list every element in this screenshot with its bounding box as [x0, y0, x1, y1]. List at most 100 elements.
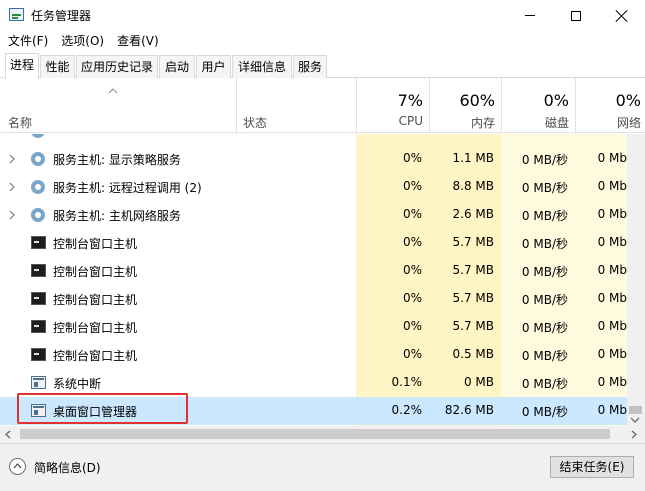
memory-value: 5.7 MB: [452, 319, 494, 333]
console-icon: [31, 320, 46, 333]
console-icon: [31, 348, 46, 361]
vertical-scroll-thumb[interactable]: [629, 406, 642, 414]
expand-chevron-icon[interactable]: [9, 210, 15, 220]
memory-value: 0 MB: [463, 375, 494, 389]
cpu-value: 0%: [402, 235, 422, 249]
header-cpu-label: CPU: [398, 114, 423, 128]
tab-strip: 进程 性能 应用历史记录 启动 用户 详细信息 服务: [0, 53, 645, 79]
memory-value: 5.7 MB: [452, 263, 494, 277]
network-value: 0 Mb: [597, 151, 627, 165]
menu-view[interactable]: 查看(V): [109, 31, 164, 51]
console-icon: [31, 292, 46, 305]
window-title: 任务管理器: [31, 9, 92, 23]
header-network[interactable]: 0% 网络: [575, 78, 645, 133]
disk-value: 0 MB/秒: [521, 153, 568, 167]
process-list: 服务主机: 显示策略服务 0% 1.1 MB 0 MB/秒 0 Mb 服务主机: 远程过程…: [0, 134, 627, 426]
menu-bar: 文件(F) 选项(O) 查看(V): [0, 31, 164, 51]
gear-icon: [31, 208, 45, 222]
memory-value: 8.8 MB: [452, 179, 494, 193]
memory-value: 5.7 MB: [452, 291, 494, 305]
disk-value: 0 MB/秒: [521, 377, 568, 391]
close-button[interactable]: [599, 0, 645, 31]
cpu-value: 0%: [402, 347, 422, 361]
vertical-scrollbar[interactable]: [627, 134, 645, 426]
memory-value: 5.7 MB: [452, 235, 494, 249]
tab-app-history[interactable]: 应用历史记录: [76, 55, 158, 78]
process-name: 服务主机: 远程过程调用 (2): [53, 181, 202, 195]
close-icon: [616, 10, 628, 22]
header-disk-label: 磁盘: [544, 116, 569, 130]
header-network-label: 网络: [616, 116, 641, 130]
network-value: 0 Mb: [597, 179, 627, 193]
header-memory-label: 内存: [470, 116, 495, 130]
table-row[interactable]: 控制台窗口主机 0% 5.7 MB 0 MB/秒 0 Mb: [0, 257, 627, 285]
maximize-button[interactable]: [553, 0, 599, 31]
network-value: 0 Mb: [597, 291, 627, 305]
disk-value: 0 MB/秒: [521, 349, 568, 363]
menu-file[interactable]: 文件(F): [0, 31, 53, 51]
console-icon: [31, 236, 46, 249]
expand-chevron-icon[interactable]: [9, 154, 15, 164]
memory-value: 1.1 MB: [452, 151, 494, 165]
cpu-value: 0%: [402, 207, 422, 221]
disk-value: 0 MB/秒: [521, 209, 568, 223]
disk-value: 0 MB/秒: [521, 293, 568, 307]
horizontal-scroll-thumb[interactable]: [20, 429, 610, 439]
header-disk-percent: 0%: [543, 91, 569, 110]
end-task-button[interactable]: 结束任务(E): [550, 456, 634, 478]
header-cpu[interactable]: 7% CPU: [356, 78, 429, 133]
title-bar: 任务管理器: [0, 0, 645, 31]
gear-icon: [31, 134, 45, 138]
expand-chevron-icon[interactable]: [9, 182, 15, 192]
network-value: 0 Mb: [597, 235, 627, 249]
collapse-up-icon[interactable]: [9, 458, 26, 475]
process-name: 控制台窗口主机: [53, 321, 138, 335]
header-memory[interactable]: 60% 内存: [429, 78, 501, 133]
header-cpu-percent: 7%: [397, 91, 423, 110]
scroll-down-icon[interactable]: [630, 417, 640, 423]
minimize-icon: [525, 15, 535, 16]
process-name: 服务主机: 显示策略服务: [53, 153, 181, 167]
annotation-highlight-box: [17, 393, 188, 424]
header-status[interactable]: 状态: [236, 78, 356, 133]
cpu-value: 0%: [402, 291, 422, 305]
table-row[interactable]: 服务主机: 主机网络服务 0% 2.6 MB 0 MB/秒 0 Mb: [0, 201, 627, 229]
tab-users[interactable]: 用户: [196, 55, 231, 78]
disk-value: 0 MB/秒: [521, 265, 568, 279]
process-name: 控制台窗口主机: [53, 293, 138, 307]
table-row[interactable]: 控制台窗口主机 0% 5.7 MB 0 MB/秒 0 Mb: [0, 313, 627, 341]
header-network-percent: 0%: [615, 91, 641, 110]
tab-performance[interactable]: 性能: [40, 55, 75, 78]
window-icon: [31, 376, 46, 389]
menu-options[interactable]: 选项(O): [53, 31, 109, 51]
cpu-value: 0%: [402, 263, 422, 277]
minimize-button[interactable]: [507, 0, 553, 31]
network-value: 0 Mb: [597, 403, 627, 417]
header-memory-percent: 60%: [459, 91, 495, 110]
header-disk[interactable]: 0% 磁盘: [501, 78, 575, 133]
table-row-partial[interactable]: [0, 134, 627, 145]
process-name: 系统中断: [53, 377, 102, 391]
fewer-details-link[interactable]: 简略信息(D): [34, 459, 101, 476]
network-value: 0 Mb: [597, 263, 627, 277]
table-row[interactable]: 控制台窗口主机 0% 5.7 MB 0 MB/秒 0 Mb: [0, 229, 627, 257]
tab-services[interactable]: 服务: [293, 55, 327, 78]
scroll-left-icon[interactable]: [5, 430, 11, 439]
cpu-value: 0.2%: [391, 403, 423, 417]
process-name: 控制台窗口主机: [53, 237, 138, 251]
tab-startup[interactable]: 启动: [159, 55, 195, 78]
table-row[interactable]: 控制台窗口主机 0% 5.7 MB 0 MB/秒 0 Mb: [0, 285, 627, 313]
header-status-label: 状态: [243, 116, 268, 130]
table-row[interactable]: 服务主机: 远程过程调用 (2) 0% 8.8 MB 0 MB/秒 0 Mb: [0, 173, 627, 201]
tab-processes[interactable]: 进程: [5, 53, 39, 79]
cpu-value: 0.1%: [391, 375, 423, 389]
header-name[interactable]: 名称: [0, 78, 236, 133]
table-row[interactable]: 服务主机: 显示策略服务 0% 1.1 MB 0 MB/秒 0 Mb: [0, 145, 627, 173]
cpu-value: 0%: [402, 179, 422, 193]
table-row[interactable]: 控制台窗口主机 0% 0.5 MB 0 MB/秒 0 Mb: [0, 341, 627, 369]
scroll-right-icon[interactable]: [631, 430, 637, 439]
disk-value: 0 MB/秒: [521, 321, 568, 335]
memory-value: 82.6 MB: [444, 403, 494, 417]
tab-details[interactable]: 详细信息: [232, 55, 292, 78]
process-name: 服务主机: 主机网络服务: [53, 209, 181, 223]
